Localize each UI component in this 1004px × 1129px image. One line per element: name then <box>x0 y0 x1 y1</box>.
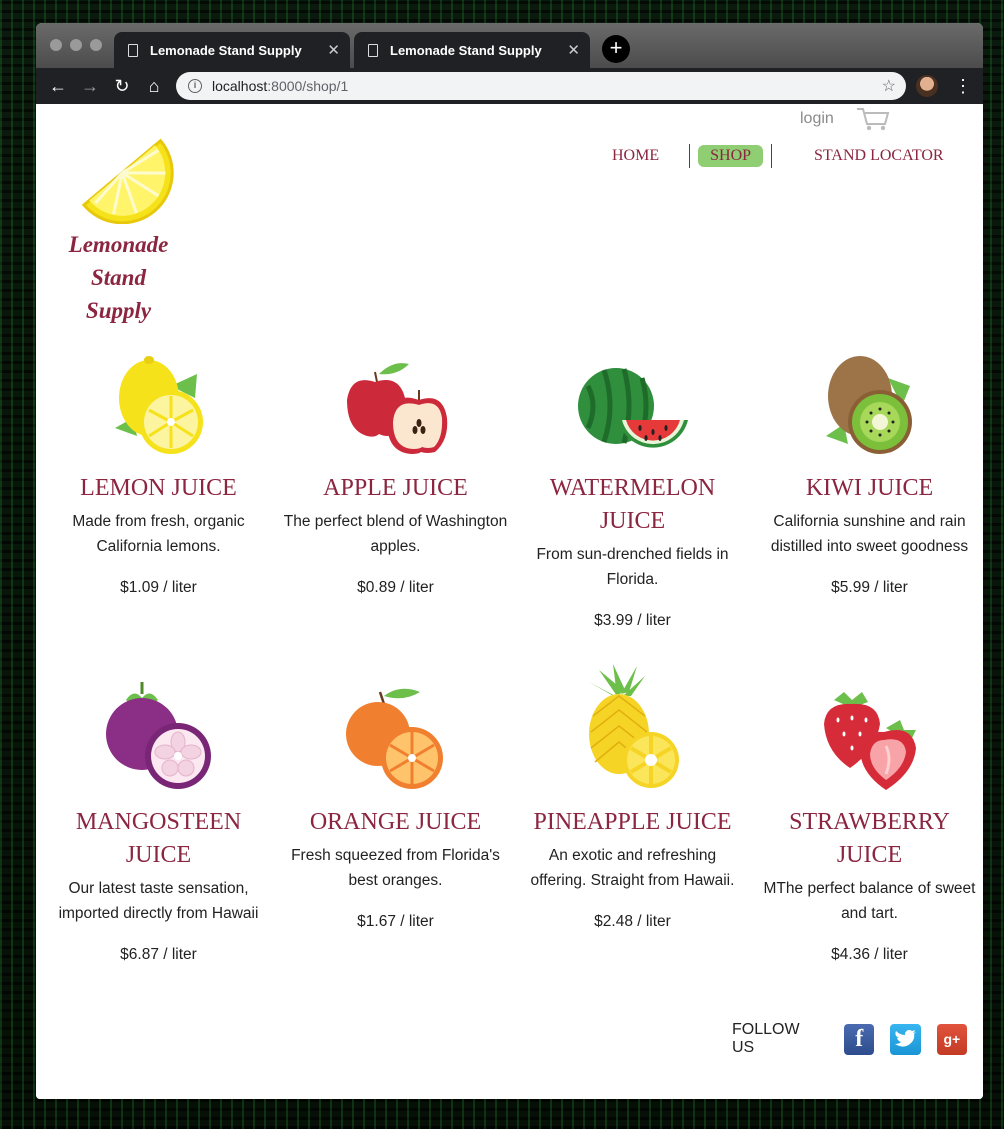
brand-line: Stand <box>91 265 146 290</box>
product-card[interactable]: STRAWBERRY JUICE MThe perfect balance of… <box>751 678 983 964</box>
pineapple-icon[interactable] <box>583 664 683 790</box>
product-price: $4.36 / liter <box>831 946 908 963</box>
product-name: STRAWBERRY JUICE <box>789 809 950 868</box>
mangosteen-icon[interactable] <box>104 680 214 790</box>
kiwi-icon[interactable] <box>822 352 918 456</box>
facebook-icon[interactable]: f <box>844 1023 875 1055</box>
product-price: $6.87 / liter <box>120 946 197 963</box>
product-description: MThe perfect balance of sweet and tart. <box>763 880 976 922</box>
product-name: APPLE JUICE <box>323 475 468 501</box>
nav-divider <box>689 144 691 168</box>
orange-icon[interactable] <box>344 682 448 790</box>
product-description: Our latest taste sensation, imported dir… <box>58 880 259 922</box>
follow-label: FOLLOW US <box>732 1021 800 1056</box>
browser-window: Lemonade Stand Supply ✕ Lemonade Stand S… <box>36 23 983 1099</box>
menu-icon[interactable]: ⋮ <box>954 74 972 98</box>
web-page: Lemonade Stand Supply login HOME SHOP ST… <box>36 104 983 1099</box>
browser-tab[interactable]: Lemonade Stand Supply ✕ <box>354 32 590 68</box>
window-controls[interactable] <box>50 39 102 51</box>
product-card[interactable]: PINEAPPLE JUICE An exotic and refreshing… <box>514 664 751 964</box>
account-area: login <box>800 106 890 132</box>
product-name: WATERMELON JUICE <box>549 475 716 534</box>
strawberry-icon[interactable] <box>820 690 920 790</box>
product-name: MANGOSTEEN JUICE <box>75 809 242 868</box>
product-price: $1.67 / liter <box>357 913 434 930</box>
product-description: California sunshine and rain distilled i… <box>770 513 969 555</box>
close-tab-icon[interactable]: ✕ <box>327 41 340 59</box>
watermelon-icon[interactable] <box>576 366 690 456</box>
info-icon[interactable]: i <box>188 79 202 93</box>
nav-shop[interactable]: SHOP <box>698 145 764 167</box>
tab-bar: Lemonade Stand Supply ✕ Lemonade Stand S… <box>36 23 983 68</box>
product-card[interactable]: ORANGE JUICE Fresh squeezed from Florida… <box>277 678 514 964</box>
lemon-slice-logo-icon[interactable] <box>64 114 174 224</box>
product-card[interactable]: WATERMELON JUICE From sun-drenched field… <box>514 344 751 630</box>
product-name: LEMON JUICE <box>80 475 237 501</box>
url-host: localhost <box>212 78 268 94</box>
product-price: $2.48 / liter <box>594 913 671 930</box>
product-description: Made from fresh, organic California lemo… <box>72 513 245 555</box>
home-icon[interactable]: ⌂ <box>138 76 170 97</box>
address-bar-row: ← → ↻ ⌂ i localhost:8000/shop/1 ☆ ⋮ <box>36 68 983 104</box>
product-row: LEMON JUICE Made from fresh, organic Cal… <box>40 344 983 630</box>
brand-name[interactable]: Lemonade Stand Supply <box>56 228 181 327</box>
login-link[interactable]: login <box>800 110 834 128</box>
bookmark-star-icon[interactable]: ☆ <box>882 76 896 96</box>
url-input[interactable]: i localhost:8000/shop/1 ☆ <box>176 72 906 100</box>
back-icon[interactable]: ← <box>42 76 74 97</box>
nav-stand-locator[interactable]: STAND LOCATOR <box>802 145 956 167</box>
product-price: $0.89 / liter <box>357 579 434 596</box>
product-price: $3.99 / liter <box>594 612 671 629</box>
cart-icon[interactable] <box>856 106 890 132</box>
social-links: FOLLOW US f g+ <box>732 1021 983 1057</box>
page-icon <box>128 43 138 57</box>
google-plus-icon[interactable]: g+ <box>936 1023 967 1055</box>
profile-avatar[interactable] <box>916 75 938 97</box>
twitter-icon[interactable] <box>890 1023 921 1055</box>
product-description: An exotic and refreshing offering. Strai… <box>530 847 735 889</box>
product-card[interactable]: MANGOSTEEN JUICE Our latest taste sensat… <box>40 678 277 964</box>
product-name: ORANGE JUICE <box>309 809 482 835</box>
lemon-icon[interactable] <box>109 352 209 456</box>
product-price: $1.09 / liter <box>120 579 197 596</box>
apple-icon[interactable] <box>343 360 449 456</box>
brand-line: Lemonade <box>68 232 169 257</box>
product-card[interactable]: APPLE JUICE The perfect blend of Washing… <box>277 344 514 630</box>
product-name: PINEAPPLE JUICE <box>533 809 732 835</box>
tab-title: Lemonade Stand Supply <box>390 42 542 58</box>
tab-title: Lemonade Stand Supply <box>150 42 302 58</box>
new-tab-button[interactable]: + <box>602 35 630 63</box>
page-icon <box>368 43 378 57</box>
browser-tab[interactable]: Lemonade Stand Supply ✕ <box>114 32 350 68</box>
product-description: The perfect blend of Washington apples. <box>283 513 508 555</box>
nav-home[interactable]: HOME <box>600 145 671 167</box>
product-name: KIWI JUICE <box>805 475 934 501</box>
brand-line: Supply <box>85 298 152 323</box>
close-tab-icon[interactable]: ✕ <box>567 41 580 59</box>
product-description: Fresh squeezed from Florida's best orang… <box>291 847 500 889</box>
product-description: From sun-drenched fields in Florida. <box>536 546 729 588</box>
nav-divider <box>771 144 773 168</box>
product-price: $5.99 / liter <box>831 579 908 596</box>
url-path: :8000/shop/1 <box>267 78 349 94</box>
forward-icon[interactable]: → <box>74 76 106 97</box>
reload-icon[interactable]: ↻ <box>106 76 138 97</box>
product-row: MANGOSTEEN JUICE Our latest taste sensat… <box>40 664 983 964</box>
product-grid: LEMON JUICE Made from fresh, organic Cal… <box>40 344 983 964</box>
product-card[interactable]: KIWI JUICE California sunshine and rain … <box>751 344 983 630</box>
product-card[interactable]: LEMON JUICE Made from fresh, organic Cal… <box>40 344 277 630</box>
main-nav: HOME SHOP STAND LOCATOR <box>600 144 956 168</box>
